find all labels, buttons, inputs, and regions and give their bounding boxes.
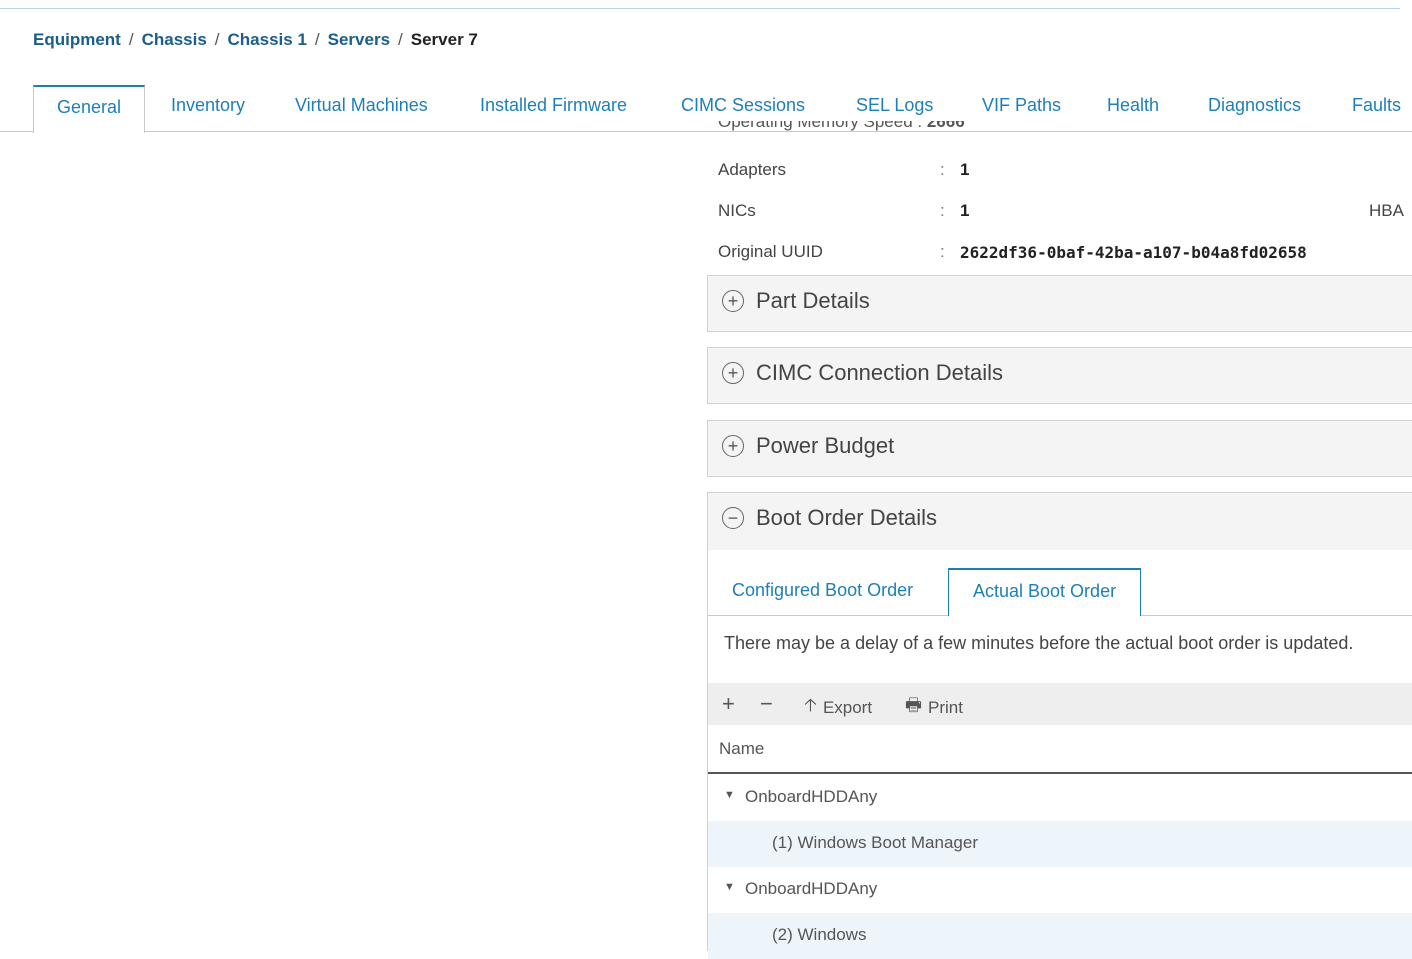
property-label: Adapters — [718, 160, 787, 179]
print-label: Print — [928, 698, 963, 717]
boot-panel-header[interactable]: − Boot Order Details — [708, 493, 1412, 550]
property-original-uuid: Original UUID : 2622df36-0baf-42ba-a107-… — [718, 242, 1412, 264]
breadcrumb-current: Server 7 — [410, 30, 478, 49]
property-colon: : — [940, 242, 945, 261]
tree-row-child[interactable]: (1) Windows Boot Manager — [708, 821, 1412, 867]
minus-icon: − — [760, 691, 773, 716]
expand-plus-icon[interactable]: + — [722, 290, 744, 312]
panel-power-budget[interactable]: + Power Budget — [707, 420, 1412, 477]
top-divider — [0, 8, 1400, 9]
panel-boot-order-details: − Boot Order Details Configured Boot Ord… — [707, 492, 1412, 959]
tab-health[interactable]: Health — [1107, 95, 1159, 116]
property-adapters: Adapters : 1 — [718, 160, 1412, 182]
clipped-label: Operating Memory Speed : — [718, 121, 923, 131]
breadcrumb-chassis[interactable]: Chassis — [142, 30, 207, 49]
panel-title: Part Details — [756, 288, 870, 313]
expand-plus-icon[interactable]: + — [722, 362, 744, 384]
tree-row-label: OnboardHDDAny — [745, 879, 878, 898]
breadcrumb-equipment[interactable]: Equipment — [33, 30, 121, 49]
clipped-property: Operating Memory Speed : 2666 — [718, 121, 965, 132]
tab-vif-paths[interactable]: VIF Paths — [982, 95, 1061, 116]
caret-down-icon[interactable]: ▼ — [724, 789, 735, 801]
tree-row-label: OnboardHDDAny — [745, 787, 878, 806]
panel-cimc-connection-details[interactable]: + CIMC Connection Details — [707, 347, 1412, 404]
clipped-property-row: Operating Memory Speed : 2666 — [718, 121, 1412, 135]
breadcrumb-separator: / — [314, 30, 320, 49]
export-label: Export — [822, 698, 873, 717]
tab-actual-boot-order[interactable]: Actual Boot Order — [948, 568, 1142, 616]
clipped-value: 2666 — [926, 121, 965, 131]
panel-part-details[interactable]: + Part Details — [707, 275, 1412, 332]
property-nics: NICs : 1 HBA — [718, 201, 1412, 223]
breadcrumb-servers[interactable]: Servers — [328, 30, 390, 49]
panel-header: + CIMC Connection Details — [722, 360, 1003, 386]
property-colon: : — [940, 201, 945, 220]
add-button[interactable]: + — [722, 691, 735, 717]
tree-row-parent[interactable]: ▼ OnboardHDDAny — [708, 867, 1412, 913]
tab-configured-boot-order[interactable]: Configured Boot Order — [732, 580, 913, 601]
tab-diagnostics[interactable]: Diagnostics — [1208, 95, 1301, 116]
boot-order-notice: There may be a delay of a few minutes be… — [724, 633, 1354, 653]
breadcrumb-chassis-1[interactable]: Chassis 1 — [228, 30, 307, 49]
panel-title: Boot Order Details — [756, 505, 937, 530]
property-hba-label: HBA — [1369, 201, 1404, 220]
tree-row-label: (2) Windows — [772, 925, 867, 944]
printer-icon: 🖶 — [905, 695, 922, 715]
remove-button[interactable]: − — [760, 691, 773, 717]
plus-icon: + — [722, 691, 735, 716]
column-header-label: Name — [719, 739, 765, 758]
panel-title: CIMC Connection Details — [756, 360, 1003, 385]
panel-header: − Boot Order Details — [722, 505, 937, 531]
print-button[interactable]: 🖶 Print — [905, 693, 963, 723]
tab-general[interactable]: General — [33, 85, 146, 133]
property-value: 2622df36-0baf-42ba-a107-b04a8fd02658 — [960, 243, 1307, 262]
panel-header: + Power Budget — [722, 433, 894, 459]
breadcrumb: Equipment / Chassis / Chassis 1 / Servers / Serv… — [33, 30, 478, 50]
tab-inventory[interactable]: Inventory — [171, 95, 245, 116]
expand-plus-icon[interactable]: + — [722, 435, 744, 457]
tab-installed-firmware[interactable]: Installed Firmware — [480, 95, 627, 116]
property-value: 1 — [960, 160, 970, 179]
breadcrumb-separator: / — [398, 30, 403, 49]
panel-title: Power Budget — [756, 433, 895, 458]
breadcrumb-separator: / — [214, 30, 220, 49]
caret-down-icon[interactable]: ▼ — [724, 881, 735, 893]
breadcrumb-separator: / — [128, 30, 134, 49]
arrow-up-icon: 🡡 — [804, 695, 817, 715]
export-button[interactable]: 🡡 Export — [804, 693, 872, 723]
tab-virtual-machines[interactable]: Virtual Machines — [295, 95, 428, 116]
property-label: NICs — [718, 201, 756, 220]
tab-sel-logs[interactable]: SEL Logs — [856, 95, 933, 116]
tree-row-child[interactable]: (2) Windows — [708, 913, 1412, 959]
panel-header: + Part Details — [722, 288, 870, 314]
property-label: Original UUID — [718, 242, 823, 261]
table-toolbar: + − 🡡 Export 🖶 Print — [708, 683, 1412, 725]
tab-cimc-sessions[interactable]: CIMC Sessions — [681, 95, 805, 116]
property-colon: : — [940, 160, 945, 179]
tab-faults[interactable]: Faults — [1352, 95, 1401, 116]
tree-row-label: (1) Windows Boot Manager — [772, 833, 978, 852]
column-header-name[interactable]: Name — [708, 726, 1412, 774]
property-value: 1 — [960, 201, 970, 220]
tree-row-parent[interactable]: ▼ OnboardHDDAny — [708, 775, 1412, 821]
collapse-minus-icon[interactable]: − — [722, 507, 744, 529]
